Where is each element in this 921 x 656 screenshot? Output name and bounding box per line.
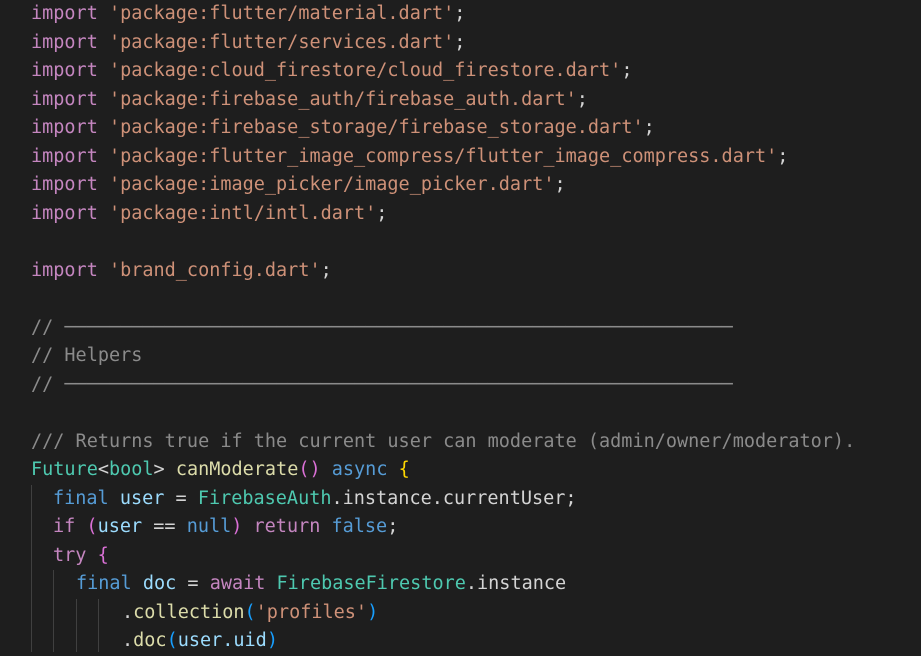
member-access: .instance.currentUser;: [331, 487, 577, 509]
semicolon: ;: [454, 3, 466, 24]
return-type: Future: [31, 459, 98, 480]
open-paren: (: [244, 601, 256, 623]
generic-type: bool: [108, 459, 154, 480]
close-paren: ): [231, 516, 243, 537]
code-line-doc-uid[interactable]: .doc(user.uid): [122, 627, 278, 656]
code-line-import[interactable]: import 'package:flutter/material.dart';: [31, 0, 465, 29]
variable-name: user: [97, 516, 143, 537]
string-arg: 'profiles': [255, 601, 368, 623]
open-paren: (: [166, 630, 178, 651]
import-keyword: import: [31, 117, 98, 138]
dot: .: [122, 601, 134, 623]
code-line-if[interactable]: if (user == null) return false;: [53, 513, 398, 542]
code-line-import[interactable]: import 'package:flutter_image_compress/f…: [31, 143, 788, 172]
code-line-import[interactable]: import 'brand_config.dart';: [31, 257, 332, 286]
semicolon: ;: [554, 174, 566, 195]
import-keyword: import: [31, 60, 98, 81]
method-name: collection: [133, 601, 245, 623]
class-name: FirebaseAuth: [197, 487, 332, 509]
import-keyword: import: [31, 31, 98, 53]
import-path: 'package:flutter/material.dart': [108, 3, 455, 24]
code-line-import[interactable]: import 'package:firebase_auth/firebase_a…: [31, 86, 588, 115]
import-keyword: import: [31, 202, 98, 224]
equality-operator: ==: [153, 516, 176, 537]
code-line-import[interactable]: import 'package:intl/intl.dart';: [31, 200, 387, 229]
variable-name: user: [119, 487, 165, 509]
import-path: 'package:flutter_image_compress/flutter_…: [108, 145, 778, 167]
null-keyword: null: [186, 516, 232, 537]
variable-name: doc: [142, 573, 177, 594]
code-line-import[interactable]: import 'package:flutter/services.dart';: [31, 29, 465, 58]
code-line-import[interactable]: import 'package:image_picker/image_picke…: [31, 171, 566, 200]
final-keyword: final: [53, 487, 109, 509]
await-keyword: await: [209, 573, 266, 594]
dot: .: [122, 630, 134, 651]
indent-guide: [76, 599, 77, 652]
semicolon: ;: [643, 117, 655, 138]
close-paren: ): [266, 630, 278, 651]
code-line-collection[interactable]: .collection('profiles'): [122, 599, 378, 628]
method-name: doc: [133, 630, 167, 651]
final-keyword: final: [76, 573, 132, 594]
function-name: canModerate: [175, 459, 299, 480]
try-keyword: try: [53, 544, 87, 566]
open-brace: {: [97, 544, 109, 566]
section-rule-comment[interactable]: // ─────────────────────────────────────…: [31, 314, 733, 343]
parens: (): [298, 459, 321, 480]
indent-guide: [98, 599, 99, 652]
assign-operator: =: [175, 487, 187, 509]
close-paren: ): [367, 601, 379, 623]
section-title-comment[interactable]: // Helpers: [31, 342, 142, 371]
async-keyword: async: [331, 459, 388, 480]
import-path: 'package:firebase_storage/firebase_stora…: [108, 117, 644, 138]
import-path: 'package:firebase_auth/firebase_auth.dar…: [108, 88, 577, 110]
code-editor[interactable]: import 'package:flutter/material.dart'; …: [0, 0, 921, 652]
import-keyword: import: [31, 88, 98, 110]
semicolon: ;: [621, 60, 633, 81]
class-name: FirebaseFirestore: [276, 573, 466, 594]
import-path: 'package:flutter/services.dart': [108, 31, 455, 53]
semicolon: ;: [454, 31, 466, 53]
code-line-signature[interactable]: Future<bool> canModerate() async {: [31, 456, 410, 485]
import-keyword: import: [31, 259, 98, 281]
import-path: 'package:cloud_firestore/cloud_firestore…: [108, 60, 622, 81]
import-path: 'package:intl/intl.dart': [108, 202, 377, 224]
import-keyword: import: [31, 3, 98, 24]
assign-operator: =: [187, 573, 199, 594]
semicolon: ;: [376, 202, 388, 224]
angle-bracket: >: [153, 459, 165, 480]
open-paren: (: [86, 516, 98, 537]
code-line-doc[interactable]: final doc = await FirebaseFirestore.inst…: [76, 570, 566, 599]
code-line-import[interactable]: import 'package:firebase_storage/firebas…: [31, 114, 655, 143]
section-rule-comment[interactable]: // ─────────────────────────────────────…: [31, 371, 733, 400]
import-path: 'package:image_picker/image_picker.dart': [108, 174, 555, 195]
arg-expression: user.uid: [177, 630, 267, 651]
open-brace: {: [398, 459, 410, 480]
semicolon: ;: [387, 516, 399, 537]
semicolon: ;: [320, 259, 332, 281]
indent-guide: [53, 570, 54, 652]
semicolon: ;: [777, 145, 789, 167]
member-access: .instance: [465, 573, 567, 594]
semicolon: ;: [576, 88, 588, 110]
false-keyword: false: [331, 516, 388, 537]
import-keyword: import: [31, 145, 98, 167]
code-line-import[interactable]: import 'package:cloud_firestore/cloud_fi…: [31, 57, 632, 86]
import-path: 'brand_config.dart': [108, 259, 321, 281]
import-keyword: import: [31, 174, 98, 195]
indent-guide: [31, 485, 32, 652]
angle-bracket: <: [97, 459, 109, 480]
if-keyword: if: [53, 516, 76, 537]
return-keyword: return: [253, 516, 321, 537]
doc-comment[interactable]: /// Returns true if the current user can…: [31, 428, 855, 457]
code-line-try[interactable]: try {: [53, 542, 109, 571]
code-line-user[interactable]: final user = FirebaseAuth.instance.curre…: [53, 485, 577, 514]
